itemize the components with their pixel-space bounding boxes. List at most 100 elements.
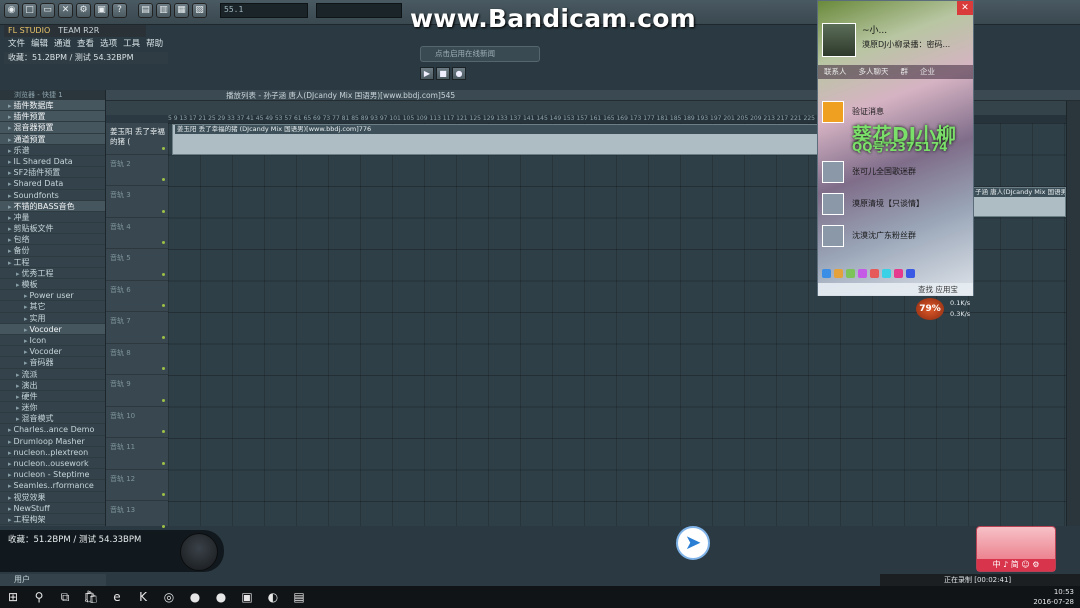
browser-item[interactable]: ▸ Shared Data <box>0 178 105 190</box>
browser-item[interactable]: ▸ 优秀工程 <box>0 268 105 279</box>
taskbar-app-icon[interactable]: ● <box>182 586 208 608</box>
track-led-icon[interactable] <box>162 335 165 339</box>
qq-footer[interactable]: 查找 应用宝 <box>818 283 973 296</box>
track-header[interactable]: 音轨 13 <box>106 501 168 533</box>
taskbar-app-icon[interactable]: ● <box>208 586 234 608</box>
browser-item[interactable]: ▸ Seamles..rformance <box>0 480 105 492</box>
browser-item[interactable]: ▸ Vocoder <box>0 323 105 335</box>
contact-row[interactable]: 张可儿全国歌迷群 <box>822 161 972 185</box>
open-icon[interactable]: ▭ <box>40 3 55 18</box>
track-header[interactable]: 音轨 5 <box>106 249 168 281</box>
playlist-icon[interactable]: ▤ <box>138 3 153 18</box>
browser-item[interactable]: ▸ Soundfonts <box>0 190 105 201</box>
browser-item[interactable]: ▸ 备份 <box>0 245 105 257</box>
browser-item[interactable]: ▸ 工程构架 <box>0 514 105 526</box>
track-led-icon[interactable] <box>162 178 165 181</box>
browser-item-user[interactable]: 用户 <box>0 574 106 586</box>
taskbar-app-icon[interactable]: e <box>104 586 130 608</box>
menu-file[interactable]: 文件 <box>8 38 25 50</box>
browser-item[interactable]: ▸ Drumloop Masher <box>0 436 105 447</box>
track-header[interactable]: 音轨 8 <box>106 344 168 375</box>
browser-item[interactable]: ▸ 模板 <box>0 279 105 291</box>
browser-item[interactable]: ▸ Power user <box>0 290 105 302</box>
track-led-icon[interactable] <box>162 272 165 276</box>
avatar[interactable] <box>822 23 856 57</box>
tab-group-chat[interactable]: 多人聊天 <box>859 65 889 79</box>
contact-row[interactable]: 沈漠沈广东粉丝群 <box>822 225 972 249</box>
tab-enterprise[interactable]: 企业 <box>920 65 935 79</box>
browser-item[interactable]: ▸ 插件预置 <box>0 111 105 123</box>
play-icon[interactable]: ▶ <box>420 67 434 80</box>
taskbar-app-icon[interactable]: ⚲ <box>26 586 52 608</box>
record-icon[interactable]: ● <box>452 67 466 80</box>
track-header[interactable]: 音轨 4 <box>106 218 168 249</box>
menu-options[interactable]: 选项 <box>100 38 117 50</box>
options-icon[interactable]: ◉ <box>4 3 19 18</box>
ime-widget[interactable]: 中 ♪ 简 ☺ ⚙ <box>976 526 1056 572</box>
help-icon[interactable]: ? <box>112 3 127 18</box>
browser-item[interactable]: ▸ nucleon..ousework <box>0 458 105 470</box>
browser-item[interactable]: ▸ 不错的BASS音色 <box>0 200 105 212</box>
track-header[interactable]: 音轨 6 <box>106 281 168 312</box>
save-icon[interactable]: ▣ <box>94 3 109 18</box>
browser-item[interactable]: ▸ 工程 <box>0 257 105 268</box>
track-led-icon[interactable] <box>162 524 165 528</box>
track-header[interactable]: 音轨 11 <box>106 438 168 470</box>
piano-roll-icon[interactable]: ▥ <box>156 3 171 18</box>
browser-item[interactable]: ▸ 通道预置 <box>0 133 105 145</box>
volume-knob[interactable] <box>180 533 218 571</box>
track-header[interactable]: 音轨 3 <box>106 186 168 218</box>
app-icon[interactable] <box>870 269 879 278</box>
browser-item[interactable]: ▸ 硬件 <box>0 391 105 403</box>
browser-item[interactable]: ▸ NewStuff <box>0 503 105 514</box>
taskbar-app-icon[interactable]: ⧉ <box>52 586 78 608</box>
tab-groups[interactable]: 群 <box>901 65 909 79</box>
channel-rack-icon[interactable]: ▧ <box>192 3 207 18</box>
network-percent[interactable]: 79% <box>916 298 944 320</box>
contact-row[interactable]: 漠原清境【只谈情】 <box>822 193 972 217</box>
browser-item[interactable]: ▸ 冲量 <box>0 212 105 224</box>
track-led-icon[interactable] <box>162 367 165 370</box>
taskbar-app-icon[interactable]: ▤ <box>286 586 312 608</box>
taskbar-app-icon[interactable]: ▣ <box>234 586 260 608</box>
browser-item[interactable]: ▸ 音码器 <box>0 357 105 369</box>
ime-bar[interactable]: 中 ♪ 简 ☺ ⚙ <box>977 559 1055 571</box>
browser-item[interactable]: ▸ 流派 <box>0 369 105 380</box>
track-led-icon[interactable] <box>162 304 165 307</box>
new-icon[interactable]: □ <box>22 3 37 18</box>
track-header[interactable]: 音轨 10 <box>106 407 168 438</box>
audio-clip[interactable]: 子涵 唐人(DJcandy Mix 国语男 <box>972 187 1066 217</box>
track-led-icon[interactable] <box>162 461 165 465</box>
browser-item[interactable]: ▸ SF2插件预置 <box>0 167 105 179</box>
browser-item[interactable]: ▸ Vocoder <box>0 346 105 358</box>
menu-help[interactable]: 帮助 <box>146 38 163 50</box>
track-header[interactable]: 音轨 9 <box>106 375 168 407</box>
browser-item[interactable]: ▸ 演出 <box>0 380 105 391</box>
qq-signature[interactable]: 漠原DJ小柳录播：密码... <box>862 39 950 50</box>
menu-tools[interactable]: 工具 <box>123 38 140 50</box>
app-icon[interactable] <box>846 269 855 278</box>
track-header-1[interactable]: 姜玉阳 丢了幸福的猪 ( <box>106 123 168 155</box>
online-news-toggle[interactable]: 点击启用在线新闻 <box>420 46 540 62</box>
taskbar-app-icon[interactable]: K <box>130 586 156 608</box>
browser-item[interactable]: ▸ 混音模式 <box>0 413 105 425</box>
browser-item[interactable]: ▸ Charles..ance Demo <box>0 424 105 436</box>
menu-edit[interactable]: 编辑 <box>31 38 48 50</box>
track-led-icon[interactable] <box>162 430 165 433</box>
audio-clip[interactable]: 姜玉阳 丢了幸福的猪 (DJcandy Mix 国语男)[www.bbdj.co… <box>172 124 819 155</box>
track-led-icon[interactable] <box>162 241 165 244</box>
app-icon[interactable] <box>906 269 915 278</box>
settings-icon[interactable]: ⚙ <box>76 3 91 18</box>
track-header[interactable]: 音轨 12 <box>106 470 168 501</box>
browser-item[interactable]: ▸ 剪贴板文件 <box>0 223 105 235</box>
browser-item[interactable]: ▸ IL Shared Data <box>0 156 105 168</box>
track-led-icon[interactable] <box>162 398 165 402</box>
menu-channels[interactable]: 通道 <box>54 38 71 50</box>
track-led-icon[interactable] <box>162 146 165 150</box>
app-icon[interactable] <box>822 269 831 278</box>
browser-item[interactable]: ▸ 包络 <box>0 234 105 246</box>
vertical-scrollbar[interactable] <box>1066 101 1080 526</box>
taskbar-app-icon[interactable]: ◐ <box>260 586 286 608</box>
taskbar-app-icon[interactable]: ⊞ <box>0 586 26 608</box>
tools-icon[interactable]: ✕ <box>58 3 73 18</box>
